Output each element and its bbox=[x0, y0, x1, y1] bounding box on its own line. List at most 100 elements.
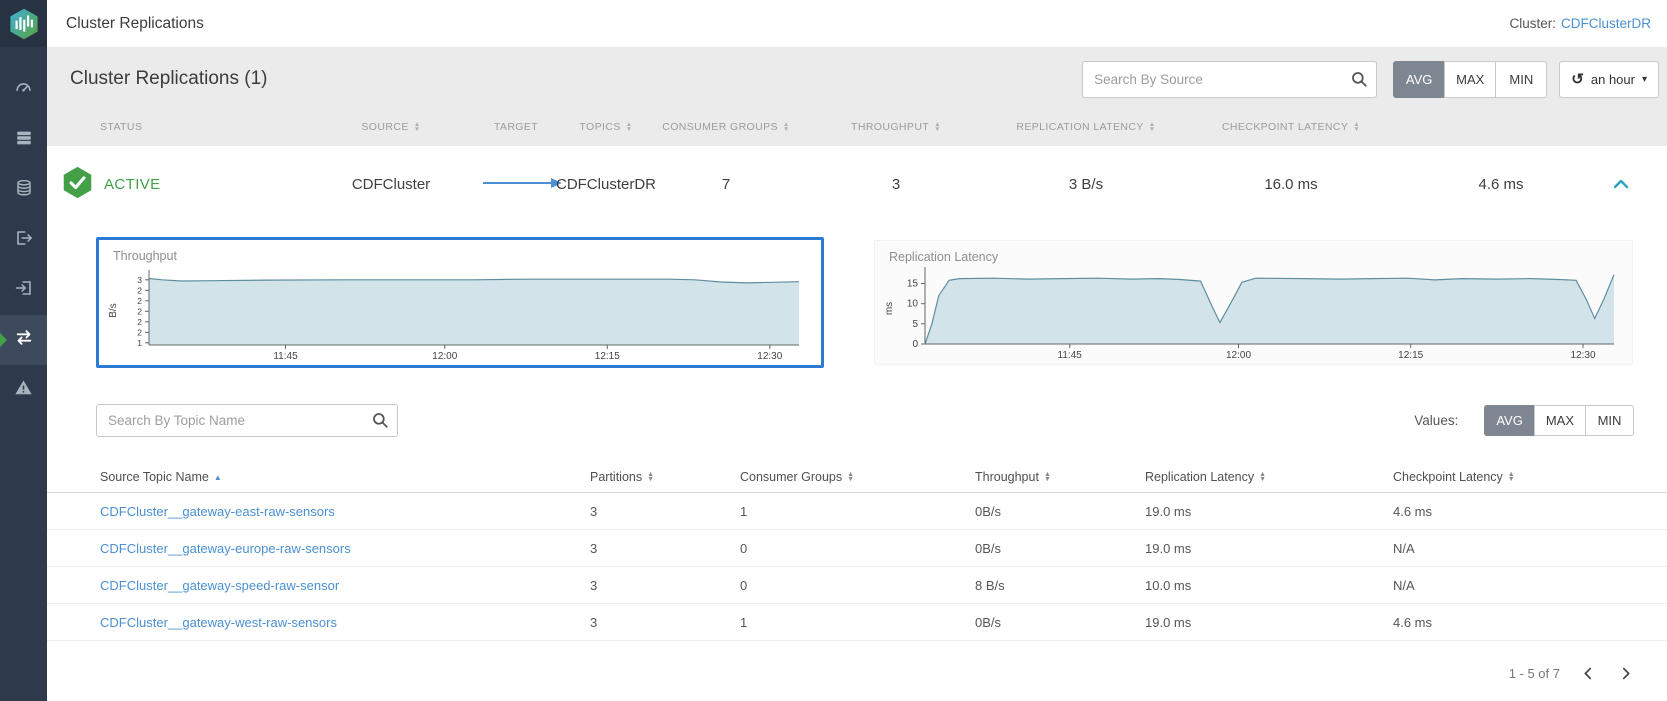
column-header[interactable]: SOURCE▲▼ bbox=[301, 121, 481, 133]
topic-name-cell: CDFCluster__gateway-europe-raw-sensors bbox=[100, 541, 590, 556]
pagination-label: 1 - 5 of 7 bbox=[1509, 666, 1560, 681]
sort-asc-icon: ▲ bbox=[214, 473, 222, 482]
values-agg-max-button[interactable]: MAX bbox=[1534, 405, 1586, 436]
sidebar-item-consumers[interactable] bbox=[0, 265, 47, 315]
partitions-cell: 3 bbox=[590, 541, 740, 556]
topics-table: Source Topic Name▲Partitions▲▼Consumer G… bbox=[47, 462, 1667, 678]
svg-text:ms: ms bbox=[884, 302, 895, 315]
checkpoint-latency-cell: 4.6 ms bbox=[1393, 615, 1647, 630]
sort-icon: ▲▼ bbox=[1353, 122, 1360, 132]
sidebar-item-brokers[interactable] bbox=[0, 115, 47, 165]
values-agg-min-button[interactable]: MIN bbox=[1585, 405, 1634, 436]
svg-text:15: 15 bbox=[907, 279, 919, 290]
previous-page-button[interactable] bbox=[1580, 665, 1597, 682]
column-header[interactable]: CONSUMER GROUPS▲▼ bbox=[661, 121, 791, 133]
time-range-button[interactable]: ↺ an hour ▾ bbox=[1559, 61, 1659, 98]
topics-table-body: CDFCluster__gateway-east-raw-sensors310B… bbox=[47, 493, 1667, 678]
column-header[interactable]: Source Topic Name▲ bbox=[100, 470, 590, 484]
search-by-source-input[interactable] bbox=[1082, 61, 1377, 98]
table-row: CDFCluster__gateway-east-raw-sensors310B… bbox=[47, 493, 1667, 530]
replication-latency-chart[interactable]: Replication Latency05101511:4512:0012:15… bbox=[874, 240, 1633, 365]
topbar: Cluster Replications Cluster: CDFCluster… bbox=[47, 0, 1667, 47]
column-header[interactable]: Checkpoint Latency▲▼ bbox=[1393, 470, 1647, 484]
page-header-band: Cluster Replications (1) AVGMAXMIN ↺ an … bbox=[47, 47, 1667, 146]
partitions-cell: 3 bbox=[590, 504, 740, 519]
topic-link[interactable]: CDFCluster__gateway-speed-raw-sensor bbox=[100, 578, 339, 593]
topic-name-cell: CDFCluster__gateway-east-raw-sensors bbox=[100, 504, 590, 519]
svg-text:10: 10 bbox=[907, 299, 919, 310]
column-header[interactable]: THROUGHPUT▲▼ bbox=[791, 121, 1001, 133]
smm-logo bbox=[0, 0, 47, 47]
chart-title: Replication Latency bbox=[889, 250, 998, 264]
agg-avg-button[interactable]: AVG bbox=[1393, 61, 1445, 98]
column-header[interactable]: CHECKPOINT LATENCY▲▼ bbox=[1171, 121, 1411, 133]
values-agg-avg-button[interactable]: AVG bbox=[1484, 405, 1535, 436]
svg-text:12:15: 12:15 bbox=[1398, 350, 1423, 361]
charts-row: Throughput122222311:4512:0012:1512:30B/s… bbox=[47, 237, 1667, 377]
replication-row[interactable]: ACTIVE CDFCluster CDFClusterDR 7 3 3 B/s… bbox=[47, 146, 1667, 223]
next-page-button[interactable] bbox=[1617, 665, 1634, 682]
topic-name-cell: CDFCluster__gateway-west-raw-sensors bbox=[100, 615, 590, 630]
checkpoint-latency-cell: N/A bbox=[1393, 578, 1647, 593]
svg-text:12:00: 12:00 bbox=[1226, 350, 1251, 361]
column-header[interactable]: Throughput▲▼ bbox=[975, 470, 1145, 484]
topic-link[interactable]: CDFCluster__gateway-east-raw-sensors bbox=[100, 504, 335, 519]
agg-min-button[interactable]: MIN bbox=[1495, 61, 1547, 98]
sidebar-item-alerts[interactable] bbox=[0, 365, 47, 415]
column-header: STATUS bbox=[61, 121, 301, 133]
column-header[interactable]: TOPICS▲▼ bbox=[551, 121, 661, 133]
search-by-topic bbox=[96, 404, 398, 437]
sort-icon: ▲▼ bbox=[1508, 472, 1515, 483]
chevron-up-icon bbox=[1613, 176, 1629, 194]
consumer-groups-cell: 1 bbox=[740, 504, 975, 519]
topic-link[interactable]: CDFCluster__gateway-europe-raw-sensors bbox=[100, 541, 351, 556]
throughput-value: 3 B/s bbox=[1001, 176, 1171, 193]
sidebar-item-replications[interactable] bbox=[0, 315, 47, 365]
svg-text:0: 0 bbox=[912, 339, 918, 350]
replication-arrow-icon bbox=[481, 176, 551, 193]
svg-text:2: 2 bbox=[137, 317, 142, 327]
sort-icon: ▲▼ bbox=[847, 472, 854, 483]
collapse-row-button[interactable] bbox=[1591, 176, 1653, 194]
sort-icon: ▲▼ bbox=[1149, 122, 1156, 132]
consumer-groups-cell: 0 bbox=[740, 541, 975, 556]
agg-max-button[interactable]: MAX bbox=[1444, 61, 1496, 98]
source-cluster: CDFCluster bbox=[301, 176, 481, 193]
values-aggregation-toggle: AVGMAXMIN bbox=[1484, 405, 1634, 436]
throughput-cell: 0B/s bbox=[975, 615, 1145, 630]
values-label: Values: bbox=[1414, 413, 1458, 428]
svg-text:5: 5 bbox=[912, 319, 918, 330]
pagination: 1 - 5 of 7 bbox=[47, 652, 1667, 694]
sort-icon: ▲▼ bbox=[626, 122, 633, 132]
topic-link[interactable]: CDFCluster__gateway-west-raw-sensors bbox=[100, 615, 337, 630]
search-by-topic-input[interactable] bbox=[96, 404, 398, 437]
column-header[interactable]: Consumer Groups▲▼ bbox=[740, 470, 975, 484]
cluster-link[interactable]: CDFClusterDR bbox=[1561, 16, 1651, 31]
cluster-selector: Cluster: CDFClusterDR bbox=[1509, 16, 1651, 31]
sidebar bbox=[0, 0, 47, 701]
svg-text:2: 2 bbox=[137, 306, 142, 316]
throughput-chart[interactable]: Throughput122222311:4512:0012:1512:30B/s bbox=[96, 237, 824, 368]
column-header[interactable]: Replication Latency▲▼ bbox=[1145, 470, 1393, 484]
sidebar-item-producers[interactable] bbox=[0, 215, 47, 265]
sort-icon: ▲▼ bbox=[647, 472, 654, 483]
sidebar-item-topics[interactable] bbox=[0, 165, 47, 215]
topics-count: 7 bbox=[661, 176, 791, 193]
sort-icon: ▲▼ bbox=[414, 122, 421, 132]
replications-table-header: STATUSSOURCE▲▼TARGETTOPICS▲▼CONSUMER GRO… bbox=[47, 107, 1667, 146]
chart-title: Throughput bbox=[113, 249, 177, 263]
table-row: CDFCluster__gateway-speed-raw-sensor308 … bbox=[47, 567, 1667, 604]
search-by-source bbox=[1082, 61, 1377, 98]
column-header[interactable]: REPLICATION LATENCY▲▼ bbox=[1001, 121, 1171, 133]
page-title: Cluster Replications bbox=[66, 15, 204, 33]
section-heading: Cluster Replications (1) bbox=[70, 68, 267, 90]
sidebar-item-overview[interactable] bbox=[0, 65, 47, 115]
topic-name-cell: CDFCluster__gateway-speed-raw-sensor bbox=[100, 578, 590, 593]
replication-latency-cell: 19.0 ms bbox=[1145, 541, 1393, 556]
column-header[interactable]: Partitions▲▼ bbox=[590, 470, 740, 484]
svg-text:1: 1 bbox=[137, 338, 142, 348]
server-stack-icon bbox=[15, 129, 33, 152]
svg-text:11:45: 11:45 bbox=[273, 351, 298, 362]
partitions-cell: 3 bbox=[590, 615, 740, 630]
checkpoint-latency-value: 4.6 ms bbox=[1411, 176, 1591, 193]
